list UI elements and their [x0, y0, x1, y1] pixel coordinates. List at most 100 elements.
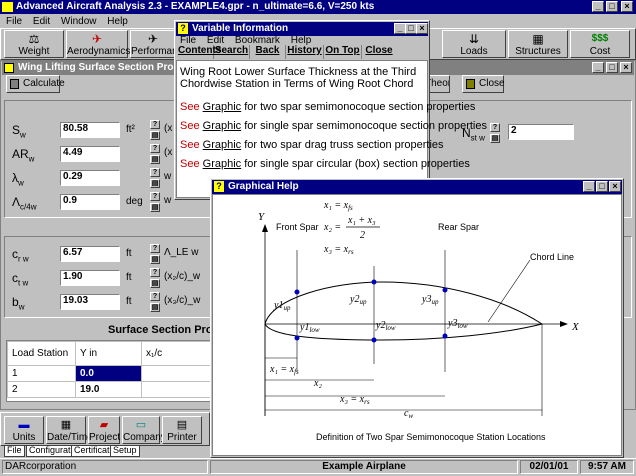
- partial-label: (x: [164, 123, 173, 134]
- axis-y-label: Y: [258, 211, 266, 223]
- param-unit: ft²: [126, 124, 135, 135]
- help-button[interactable]: ?: [150, 168, 160, 177]
- param-label: λw: [12, 171, 24, 188]
- variable-info-titlebar: ? Variable Information _ □ ×: [176, 22, 428, 36]
- wing-minimize-icon[interactable]: _: [592, 62, 604, 73]
- table-cell-x1c[interactable]: [141, 381, 217, 398]
- param-label: ARw: [12, 147, 35, 164]
- graphical-help-title: Graphical Help: [228, 181, 299, 192]
- vi-history-button[interactable]: History: [286, 45, 324, 59]
- datetime-button[interactable]: ▦ Date/Time: [46, 416, 93, 444]
- partial-label: w: [164, 171, 172, 182]
- vi-search-button[interactable]: Search: [214, 45, 250, 59]
- label-y3low: y3low: [447, 318, 468, 330]
- aerodynamics-button[interactable]: ✈ Aerodynamics: [66, 30, 130, 58]
- cost-button[interactable]: $$$ Cost: [570, 30, 630, 58]
- door-icon: [466, 79, 475, 89]
- station-dot-2low: [371, 337, 377, 343]
- vi-graphic-link-1[interactable]: Graphic: [203, 101, 242, 113]
- printer-button[interactable]: ▤ Printer: [162, 416, 202, 444]
- loads-button[interactable]: ⇊ Loads: [442, 30, 506, 58]
- menu-edit[interactable]: Edit: [33, 16, 50, 27]
- front-spar-label: Front Spar: [276, 222, 319, 232]
- weight-button[interactable]: ⚖ Weight: [4, 30, 64, 58]
- vi-close-button[interactable]: Close: [362, 45, 396, 59]
- table-cell-y[interactable]: 0.0: [75, 365, 142, 382]
- param-unit: deg: [126, 196, 143, 207]
- vi-link-row-4: See Graphic for single spar circular (bo…: [180, 158, 470, 170]
- y-axis-arrow-icon: [262, 224, 268, 232]
- partial-label: (x: [164, 147, 173, 158]
- info-button[interactable]: ▤: [150, 203, 160, 212]
- help-icon: ?: [178, 23, 188, 34]
- param-input[interactable]: 0.9: [60, 194, 120, 210]
- station-dot-2up: [371, 279, 377, 285]
- close-button[interactable]: Close: [462, 75, 505, 93]
- status-company: DARcorporation: [2, 460, 208, 474]
- structures-button[interactable]: ▦ Structures: [508, 30, 568, 58]
- gh-minimize-icon[interactable]: _: [583, 181, 595, 192]
- project-icon: ▰: [99, 419, 109, 431]
- info-button[interactable]: ▤: [150, 155, 160, 164]
- help-button[interactable]: ?: [150, 144, 160, 153]
- param-input[interactable]: 0.29: [60, 170, 120, 186]
- param-input[interactable]: 4.49: [60, 146, 120, 162]
- nst-help-button[interactable]: ?: [490, 123, 500, 132]
- vi-graphic-link-3[interactable]: Graphic: [203, 139, 242, 151]
- status-project: Example Airplane: [210, 460, 518, 474]
- station-dot-3low: [442, 333, 448, 339]
- table-cell-x1c[interactable]: [141, 365, 217, 382]
- section-table: Load Station Y in x₁/c 1 0.0 2 19.0: [6, 340, 217, 402]
- partial-label: w: [164, 195, 172, 206]
- wing-maximize-icon[interactable]: □: [606, 62, 618, 73]
- vi-graphic-link-4[interactable]: Graphic: [203, 158, 242, 170]
- tab-file[interactable]: File: [4, 446, 25, 457]
- app-icon: [2, 2, 13, 12]
- maximize-icon[interactable]: □: [606, 1, 618, 12]
- close-icon[interactable]: ×: [621, 1, 633, 12]
- info-button[interactable]: ▤: [150, 131, 160, 140]
- aerodynamics-icon: ✈: [91, 32, 103, 46]
- nst-info-button[interactable]: ▤: [490, 134, 500, 143]
- tab-setup[interactable]: Setup: [110, 446, 140, 457]
- help-button[interactable]: ?: [150, 120, 160, 129]
- variable-info-title: Variable Information: [192, 23, 289, 34]
- diagram-caption: Definition of Two Spar Semimonocoque Sta…: [316, 432, 546, 442]
- nst-input[interactable]: 2: [508, 124, 574, 140]
- dim-x2-label: x₂: [313, 378, 322, 389]
- vi-close-icon[interactable]: ×: [416, 23, 428, 34]
- app-titlebar: Advanced Aircraft Analysis 2.3 - EXAMPLE…: [0, 0, 636, 14]
- dim-x1-label: x₁ = xfs: [269, 364, 299, 376]
- vi-contents-button[interactable]: Contents: [178, 45, 221, 59]
- table-cell-y[interactable]: 19.0: [75, 381, 142, 398]
- performance-button[interactable]: ✈ Performance: [130, 30, 176, 58]
- gh-maximize-icon[interactable]: □: [596, 181, 608, 192]
- wing-close-icon[interactable]: ×: [620, 62, 632, 73]
- status-time: 9:57 AM: [580, 460, 634, 474]
- vi-back-button[interactable]: Back: [250, 45, 286, 59]
- menu-help[interactable]: Help: [107, 16, 128, 27]
- project-button[interactable]: ▰ Project: [88, 416, 120, 444]
- calculate-button[interactable]: Calculate: [6, 75, 65, 93]
- vi-ontop-button[interactable]: On Top: [324, 45, 362, 59]
- chord-line-leader: [487, 259, 531, 323]
- minimize-icon[interactable]: _: [592, 1, 604, 12]
- eq-x1: x₁ = xfs: [323, 200, 353, 212]
- vi-link-row-1: See Graphic for two spar semimonocoque s…: [180, 101, 476, 113]
- label-y1up: y1up: [273, 300, 291, 312]
- gh-close-icon[interactable]: ×: [609, 181, 621, 192]
- station-dot-3up: [442, 287, 448, 293]
- menu-file[interactable]: File: [6, 16, 22, 27]
- menu-window[interactable]: Window: [61, 16, 97, 27]
- units-button[interactable]: ▬ Units: [4, 416, 44, 444]
- company-button[interactable]: ▭ Company: [122, 416, 166, 444]
- label-y3up: y3up: [421, 294, 439, 306]
- airfoil-diagram: x₁ = xfs x₂ = x₁ + x₃ 2 x₃ = xrs Y X Fro…: [258, 200, 580, 442]
- info-button[interactable]: ▤: [150, 179, 160, 188]
- vi-graphic-link-2[interactable]: Graphic: [203, 120, 242, 132]
- help-button[interactable]: ?: [150, 192, 160, 201]
- col-header-x1c: x₁/c: [141, 341, 217, 366]
- param-input[interactable]: 80.58: [60, 122, 120, 138]
- variable-info-heading: Wing Root Lower Surface Thickness at the…: [180, 66, 417, 90]
- structures-icon: ▦: [532, 32, 544, 46]
